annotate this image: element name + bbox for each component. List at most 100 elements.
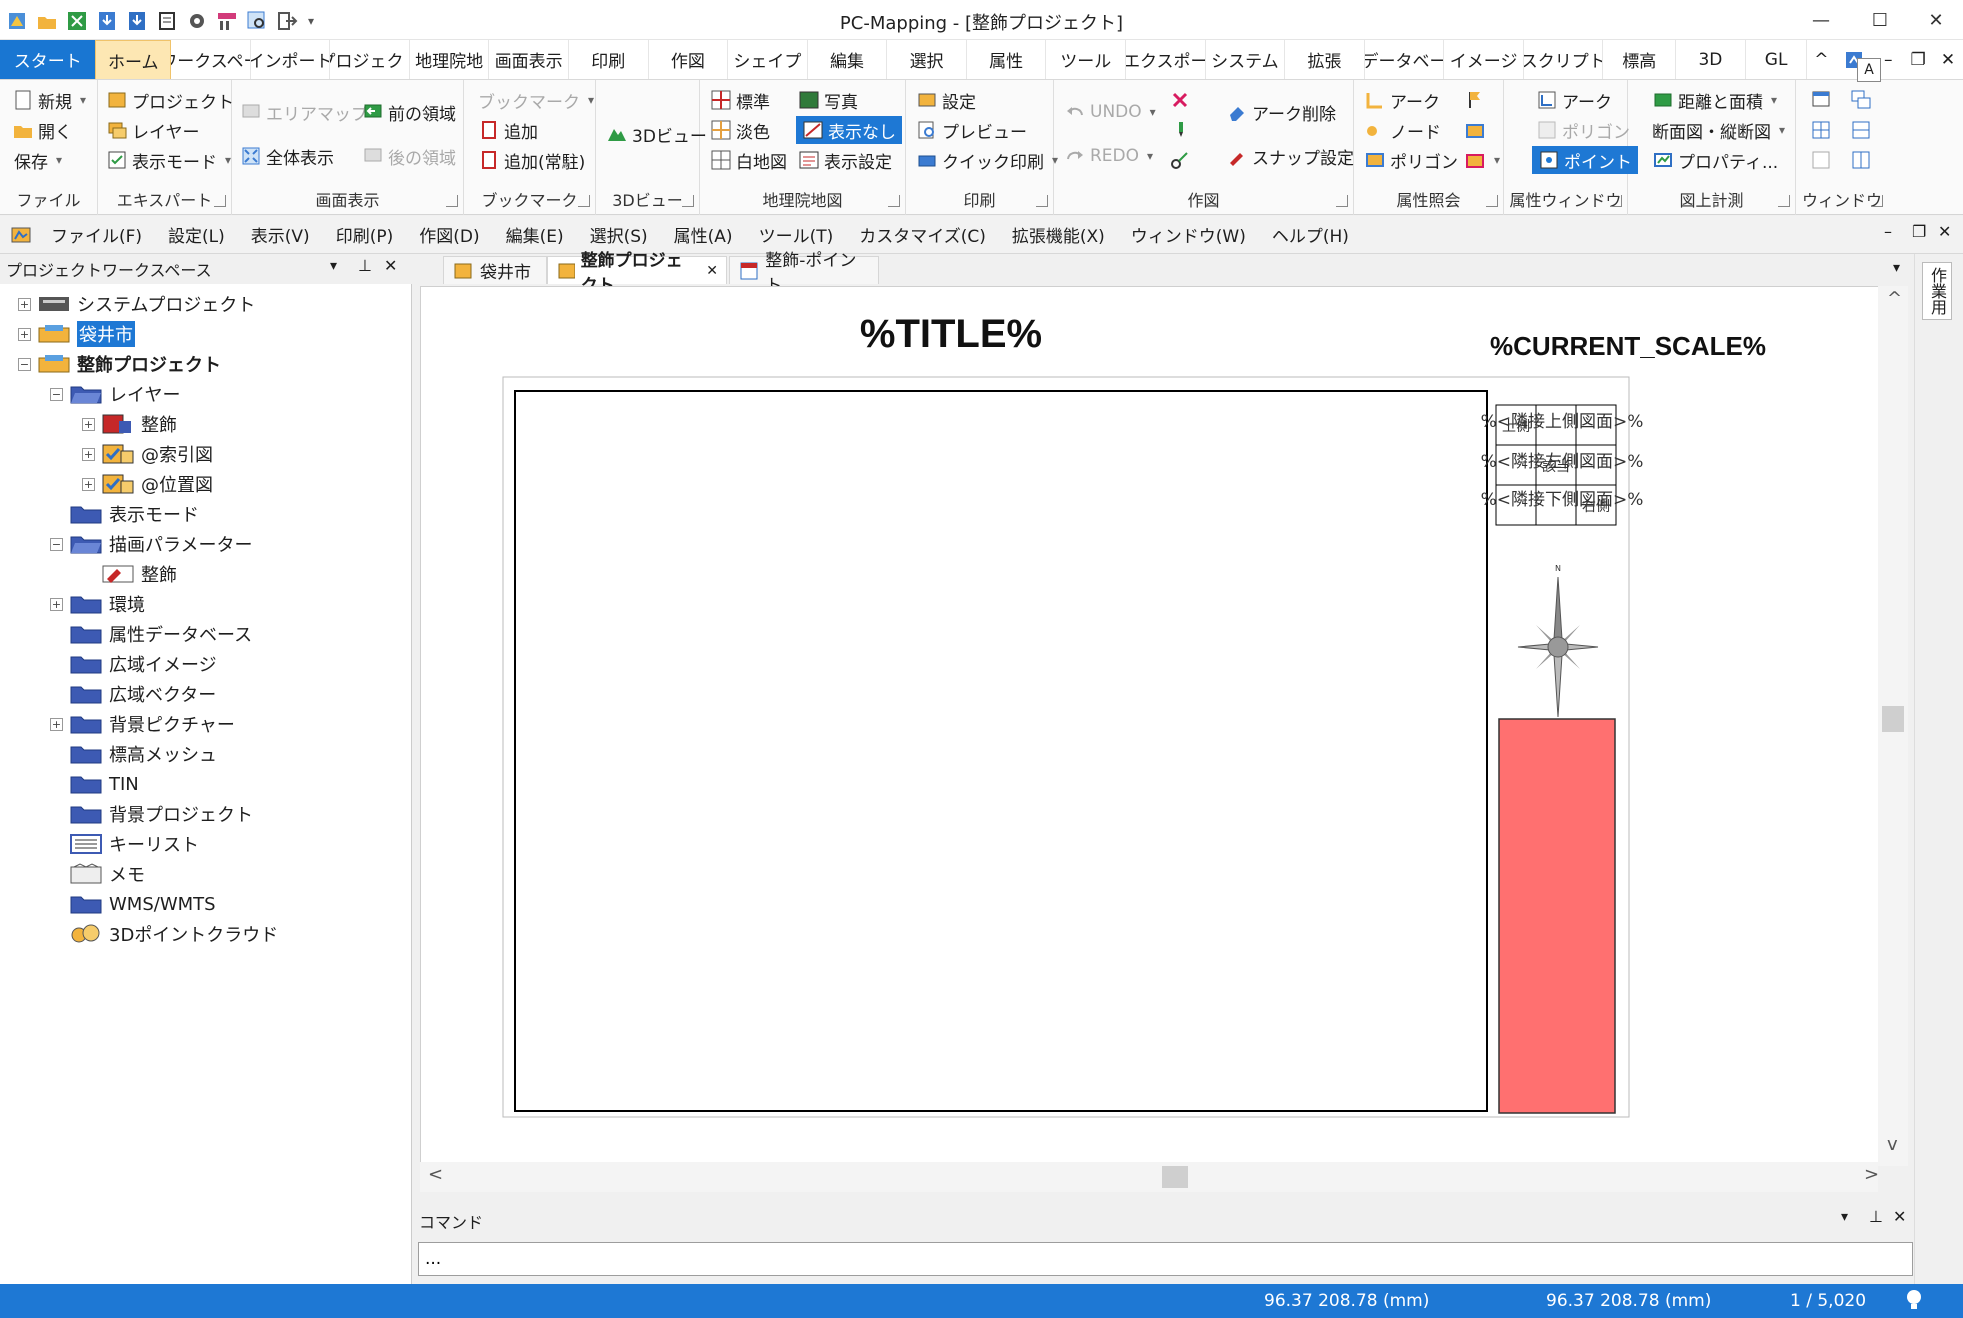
arc-delete-button[interactable]: アーク削除 [1226,98,1336,126]
tree-item[interactable]: 背景プロジェクト [50,800,253,828]
scroll-left-icon[interactable]: < [428,1164,443,1185]
window-cascade-button[interactable] [1850,86,1872,114]
display-mode-button[interactable]: 表示モード [106,146,231,174]
save-button[interactable]: 保存 [14,146,62,174]
undo-button[interactable]: UNDO [1064,98,1156,126]
draw-pen-tool[interactable] [1169,116,1191,144]
tree-item[interactable]: 広域ベクター [50,680,216,708]
doc-tab-fukuroi[interactable]: 袋井市 [443,256,547,284]
area-map-button[interactable]: エリアマップ [240,98,368,126]
workspace-menu-icon[interactable]: ▾ [330,258,337,274]
3dview-launcher-icon[interactable] [682,195,694,207]
tab-project[interactable]: プロジェクト [330,40,410,79]
attr-query-box-tool[interactable] [1464,116,1486,144]
menu-edit[interactable]: 編集(E) [493,222,577,247]
tree-expand-icon[interactable]: + [82,477,95,491]
tab-elevation[interactable]: 標高 [1603,40,1677,79]
gsi-blank-button[interactable]: 白地図 [710,146,787,174]
tree-collapse-icon[interactable]: − [18,357,31,371]
tree-item[interactable]: キーリスト [50,830,199,858]
window-tile-vertical-button[interactable] [1850,146,1872,174]
tree-item[interactable]: 整飾 [82,560,177,588]
maximize-button[interactable]: ☐ [1849,0,1911,40]
snap-settings-button[interactable]: スナップ設定 [1226,142,1354,170]
attr-query-point-tool[interactable] [1464,86,1486,114]
tab-system[interactable]: システム [1206,40,1286,79]
layer-button[interactable]: レイヤー [106,116,200,144]
attr-window-arc-button[interactable]: アーク [1536,86,1612,114]
attr-query-launcher-icon[interactable] [1486,195,1498,207]
bookmark-add-button[interactable]: 追加 [478,116,538,144]
next-area-button[interactable]: 後の領域 [362,142,456,170]
full-view-button[interactable]: 全体表示 [240,142,334,170]
tab-export[interactable]: エクスポー [1126,40,1206,79]
tree-item[interactable]: + 背景ピクチャー [50,710,235,738]
tree-item[interactable]: + システムプロジェクト [18,290,255,318]
project-button[interactable]: プロジェクト [106,86,234,114]
tab-edit[interactable]: 編集 [808,40,888,79]
tree-item[interactable]: + 環境 [50,590,145,618]
gsi-display-settings-button[interactable]: 表示設定 [798,146,892,174]
tab-draw[interactable]: 作図 [649,40,729,79]
tree-item[interactable]: + 袋井市 [18,320,135,348]
command-pin-icon[interactable]: ⊥ [1869,1207,1883,1226]
tab-gl[interactable]: GL [1746,40,1808,79]
tab-tool[interactable]: ツール [1046,40,1127,79]
tab-display[interactable]: 画面表示 [489,40,569,79]
menu-draw[interactable]: 作図(D) [406,222,492,247]
tree-item[interactable]: − レイヤー [50,380,180,408]
tab-script[interactable]: スクリプト [1524,40,1604,79]
new-button[interactable]: 新規 [12,86,86,114]
tab-print[interactable]: 印刷 [569,40,649,79]
menubar-restore-button[interactable]: ❐ [1912,222,1926,241]
tree-item[interactable]: + @索引図 [82,440,213,468]
tab-extension[interactable]: 拡張 [1285,40,1365,79]
window-arrange-button[interactable] [1810,146,1832,174]
scroll-right-icon[interactable]: > [1864,1164,1879,1185]
bookmark-dropdown[interactable]: ブックマーク [478,86,594,114]
doc-tab-close-icon[interactable]: ✕ [706,263,718,279]
tree-expand-icon[interactable]: + [82,417,95,431]
menu-extension[interactable]: 拡張機能(X) [999,222,1118,247]
scroll-down-icon[interactable]: v [1887,1134,1898,1155]
attr-window-launcher-icon[interactable] [1610,195,1622,207]
mdi-close-button[interactable]: ✕ [1933,40,1963,79]
tab-select[interactable]: 選択 [887,40,967,79]
window-new-button[interactable] [1810,86,1832,114]
attr-query-node-button[interactable]: ノード [1364,116,1441,144]
tree-item[interactable]: + @位置図 [82,470,213,498]
minimize-button[interactable]: — [1790,0,1852,40]
quick-print-button[interactable]: クイック印刷 [916,146,1058,174]
tab-gsi-map[interactable]: 地理院地 [410,40,490,79]
menu-print[interactable]: 印刷(P) [323,222,407,247]
menu-customize[interactable]: カスタマイズ(C) [846,222,999,247]
menu-select[interactable]: 選択(S) [577,222,661,247]
explorer-launcher-icon[interactable] [214,195,226,207]
attr-window-polygon-button[interactable]: ポリゴン [1536,116,1630,144]
attr-window-point-button[interactable]: ポイント [1532,146,1638,174]
menu-view[interactable]: 表示(V) [238,222,323,247]
tab-workspace[interactable]: ワークスペー [171,40,251,79]
command-menu-icon[interactable]: ▾ [1841,1209,1848,1225]
tree-item[interactable]: メモ [50,860,145,888]
bookmark-add-resident-button[interactable]: 追加(常駐) [478,146,585,174]
3dview-button[interactable]: 3Dビュー [606,120,707,148]
measure-launcher-icon[interactable] [1778,195,1790,207]
distance-area-button[interactable]: 距離と面積 [1652,86,1777,114]
draw-delete-tool[interactable] [1169,86,1191,114]
attr-query-arc-button[interactable]: アーク [1364,86,1440,114]
bookmark-launcher-icon[interactable] [578,195,590,207]
tree-item[interactable]: 標高メッシュ [50,740,217,768]
attr-query-polygon-button[interactable]: ポリゴン [1364,146,1458,174]
lightbulb-icon[interactable] [1904,1288,1924,1317]
tab-shape[interactable]: シェイプ [728,40,808,79]
print-preview-button[interactable]: プレビュー [916,116,1027,144]
view-launcher-icon[interactable] [446,195,458,207]
tree-item[interactable]: WMS/WMTS [50,890,216,918]
doc-tab-seishoku-point[interactable]: 整飾-ポイント [729,251,879,296]
tree-expand-icon[interactable]: + [50,597,63,611]
close-button[interactable]: ✕ [1905,0,1963,40]
doc-tabs-menu-icon[interactable]: ▾ [1893,260,1900,276]
vertical-scroll-thumb[interactable] [1882,706,1904,732]
draw-launcher-icon[interactable] [1336,195,1348,207]
